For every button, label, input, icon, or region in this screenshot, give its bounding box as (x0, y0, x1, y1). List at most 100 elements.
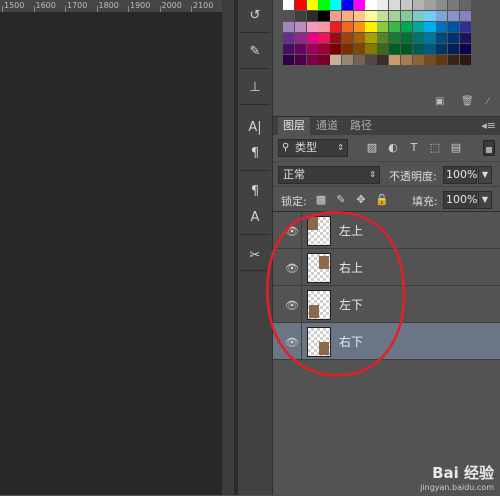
color-swatch[interactable] (436, 55, 448, 65)
blend-mode-select[interactable]: 正常 ⇕ (278, 166, 380, 184)
color-swatch[interactable] (389, 55, 401, 65)
color-swatch[interactable] (377, 55, 389, 65)
color-swatch[interactable] (306, 55, 318, 65)
color-swatch[interactable] (365, 0, 377, 10)
color-swatch[interactable] (389, 44, 401, 54)
color-swatch[interactable] (412, 11, 424, 21)
color-swatch[interactable] (400, 44, 412, 54)
scrollbar-handle-icon[interactable]: ⁄ (487, 96, 499, 108)
color-swatch[interactable] (447, 44, 460, 54)
opacity-dropdown-icon[interactable]: ▼ (478, 166, 492, 184)
color-swatch[interactable] (412, 22, 424, 32)
color-swatch[interactable] (353, 11, 365, 21)
color-swatch[interactable] (412, 55, 424, 65)
color-swatch[interactable] (294, 22, 306, 32)
color-swatch[interactable] (353, 22, 365, 32)
filter-smartobject-icon[interactable]: ▤ (449, 141, 463, 155)
panel-menu-icon[interactable]: ◂≡ (481, 119, 496, 132)
color-swatch[interactable] (459, 0, 471, 10)
color-swatch[interactable] (436, 11, 448, 21)
color-swatch[interactable] (306, 11, 318, 21)
color-swatch[interactable] (377, 22, 389, 32)
layer-filter-select[interactable]: ⚲ 类型 ⇕ (278, 139, 348, 157)
color-swatch[interactable] (353, 33, 365, 43)
color-swatch[interactable] (447, 33, 460, 43)
color-swatch[interactable] (306, 22, 318, 32)
color-swatch[interactable] (306, 44, 318, 54)
history-brush-icon[interactable]: ↺ (242, 4, 268, 26)
color-swatch[interactable] (400, 22, 412, 32)
color-swatch[interactable] (341, 33, 354, 43)
color-swatch[interactable] (318, 44, 330, 54)
color-swatch[interactable] (330, 0, 342, 10)
color-swatch[interactable] (389, 33, 401, 43)
color-swatch[interactable] (400, 0, 412, 10)
color-swatch[interactable] (353, 55, 365, 65)
color-swatch[interactable] (377, 44, 389, 54)
color-swatch[interactable] (436, 0, 448, 10)
color-swatch[interactable] (330, 11, 342, 21)
color-swatch[interactable] (447, 55, 460, 65)
color-swatch[interactable] (283, 11, 295, 21)
opacity-input[interactable]: 100% (443, 166, 477, 184)
color-swatch[interactable] (412, 33, 424, 43)
color-swatch[interactable] (459, 55, 471, 65)
color-swatch[interactable] (424, 44, 436, 54)
color-swatch[interactable] (459, 44, 471, 54)
color-swatch[interactable] (330, 44, 342, 54)
color-swatch[interactable] (365, 44, 377, 54)
color-swatch[interactable] (330, 33, 342, 43)
color-swatch[interactable] (365, 22, 377, 32)
color-swatch[interactable] (447, 0, 460, 10)
color-swatch[interactable] (306, 0, 318, 10)
color-swatch[interactable] (353, 44, 365, 54)
color-swatch[interactable] (294, 44, 306, 54)
color-swatch[interactable] (436, 22, 448, 32)
filter-pixel-icon[interactable]: ▨ (365, 141, 379, 155)
filter-adjustment-icon[interactable]: ◐ (386, 141, 400, 155)
color-swatch[interactable] (424, 22, 436, 32)
character-panel-icon[interactable]: A| (242, 116, 268, 138)
color-swatch[interactable] (318, 22, 330, 32)
canvas-scrollbar[interactable] (222, 0, 234, 495)
color-swatch[interactable] (353, 0, 365, 10)
color-swatch[interactable] (341, 22, 354, 32)
color-swatch[interactable] (377, 0, 389, 10)
color-swatch[interactable] (459, 22, 471, 32)
filter-toggle[interactable] (483, 140, 495, 156)
color-swatch[interactable] (306, 33, 318, 43)
color-swatch[interactable] (424, 55, 436, 65)
paragraph-panel-icon[interactable]: ¶ (242, 142, 268, 164)
filter-shape-icon[interactable]: ⬚ (428, 141, 442, 155)
tool-preset-icon[interactable]: ⊥ (242, 76, 268, 98)
color-swatch[interactable] (283, 0, 295, 10)
color-swatch[interactable] (283, 33, 295, 43)
color-swatch[interactable] (365, 33, 377, 43)
color-swatch[interactable] (400, 33, 412, 43)
color-swatch[interactable] (341, 55, 354, 65)
color-swatch[interactable] (424, 11, 436, 21)
color-swatch[interactable] (436, 44, 448, 54)
color-swatch[interactable] (294, 33, 306, 43)
color-swatch[interactable] (341, 11, 354, 21)
filter-type-icon[interactable]: T (407, 141, 421, 155)
fill-input[interactable]: 100% (443, 191, 477, 209)
fill-dropdown-icon[interactable]: ▼ (478, 191, 492, 209)
color-swatch[interactable] (365, 55, 377, 65)
color-swatch[interactable] (436, 33, 448, 43)
color-swatch[interactable] (341, 44, 354, 54)
trash-icon[interactable]: 🗑 (461, 96, 474, 108)
color-swatch[interactable] (412, 0, 424, 10)
color-swatch[interactable] (283, 44, 295, 54)
document-canvas[interactable]: 1500 1600 1700 1800 1900 2000 2100 (0, 0, 222, 495)
color-swatch[interactable] (318, 33, 330, 43)
paragraph-style-icon[interactable]: ¶ (242, 180, 268, 202)
color-swatch[interactable] (389, 22, 401, 32)
color-swatch[interactable] (294, 11, 306, 21)
color-swatch[interactable] (294, 0, 306, 10)
color-swatch[interactable] (412, 44, 424, 54)
color-swatch[interactable] (283, 55, 295, 65)
color-swatch[interactable] (294, 55, 306, 65)
color-swatch[interactable] (377, 33, 389, 43)
color-swatch[interactable] (400, 11, 412, 21)
